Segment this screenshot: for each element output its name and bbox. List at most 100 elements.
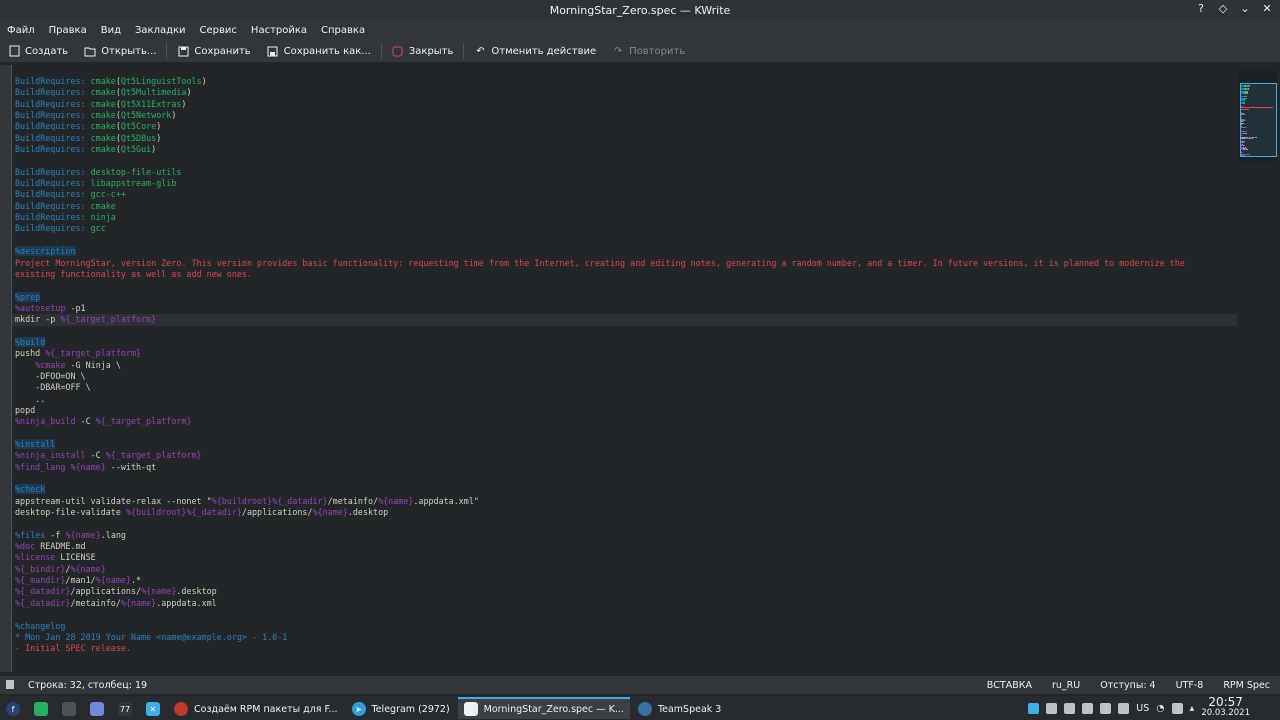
keyboard-layout[interactable]: US — [1136, 703, 1149, 714]
open-button[interactable]: Открыть... — [76, 41, 164, 61]
code-line[interactable]: mkdir -p %{_target_platform} — [12, 314, 1237, 326]
launcher-quick-3[interactable] — [84, 697, 110, 719]
text-editor[interactable]: BuildRequires: cmake(Qt5LinguistTools) Bu… — [0, 65, 1280, 672]
code-line[interactable]: pushd %{_target_platform} — [15, 348, 1237, 359]
notifications-icon[interactable] — [1118, 702, 1130, 714]
code-line[interactable]: BuildRequires: gcc-c++ — [15, 189, 1237, 200]
launcher-quick-1[interactable] — [28, 697, 54, 719]
code-line[interactable]: %find_lang %{name} --with-qt — [15, 462, 1237, 473]
code-line[interactable]: %autosetup -p1 — [15, 303, 1237, 314]
syntax-mode[interactable]: RPM Spec — [1213, 680, 1280, 691]
menu-file[interactable]: Файл — [0, 25, 42, 36]
code-line[interactable]: %ninja_build -C %{_target_platform} — [15, 416, 1237, 427]
launcher-quick-5[interactable]: ✕ — [140, 697, 166, 719]
code-line[interactable]: %cmake -G Ninja \ — [15, 360, 1237, 371]
code-line[interactable]: .. — [15, 394, 1237, 405]
code-line[interactable]: BuildRequires: ninja — [15, 212, 1237, 223]
code-line[interactable]: BuildRequires: cmake(Qt5X11Extras) — [15, 99, 1237, 110]
code-line[interactable]: %{_datadir}/metainfo/%{name}.appdata.xml — [15, 598, 1237, 609]
code-line[interactable] — [15, 473, 1237, 484]
launcher-quick-4[interactable]: 77 — [112, 697, 138, 719]
menu-bookmarks[interactable]: Закладки — [128, 25, 193, 36]
code-line[interactable]: existing functionality as well as add ne… — [15, 269, 1237, 280]
redo-button[interactable]: ↷ Повторить — [604, 41, 693, 61]
code-line[interactable]: %files -f %{name}.lang — [15, 530, 1237, 541]
task-teamspeak[interactable]: TeamSpeak 3 — [632, 697, 727, 719]
code-line[interactable]: * Mon Jan 28 2019 Your Name <name@exampl… — [15, 632, 1237, 643]
code-line[interactable]: appstream-util validate-relax --nonet "%… — [15, 496, 1237, 507]
wifi-icon[interactable]: ◔ — [1156, 703, 1164, 714]
code-line[interactable]: BuildRequires: libappstream-glib — [15, 178, 1237, 189]
code-line[interactable] — [15, 155, 1237, 166]
menu-edit[interactable]: Правка — [42, 25, 94, 36]
code-line[interactable]: %prep — [15, 291, 1237, 303]
volume-icon[interactable] — [1171, 702, 1183, 714]
code-area[interactable]: BuildRequires: cmake(Qt5LinguistTools) Bu… — [12, 76, 1237, 655]
steam-icon[interactable] — [1064, 702, 1076, 714]
menu-help[interactable]: Справка — [314, 25, 372, 36]
code-line[interactable]: BuildRequires: cmake(Qt5Multimedia) — [15, 87, 1237, 98]
pause-icon[interactable] — [1046, 702, 1058, 714]
code-line[interactable]: BuildRequires: gcc — [15, 223, 1237, 234]
task-browser[interactable]: Создаём RPM пакеты для F... — [168, 697, 344, 719]
code-line[interactable] — [15, 326, 1237, 337]
code-line[interactable]: %build — [15, 336, 1237, 348]
code-line[interactable] — [15, 518, 1237, 529]
help-icon[interactable]: ? — [1194, 2, 1208, 15]
task-telegram[interactable]: ➤ Telegram (2972) — [346, 697, 456, 719]
indentation-setting[interactable]: Отступы: 4 — [1090, 680, 1165, 691]
new-button[interactable]: Создать — [0, 41, 76, 61]
code-line[interactable]: BuildRequires: cmake(Qt5Network) — [15, 110, 1237, 121]
close-button[interactable]: Закрыть — [384, 41, 462, 61]
code-line[interactable]: %install — [15, 439, 1237, 450]
digital-clock[interactable]: 20:57 20.03.2021 — [1201, 696, 1250, 719]
code-line[interactable]: popd — [15, 405, 1237, 416]
code-line[interactable]: BuildRequires: cmake — [15, 201, 1237, 212]
save-as-button[interactable]: Сохранить как... — [259, 41, 379, 61]
code-line[interactable]: -DBAR=OFF \ — [15, 382, 1237, 393]
undo-button[interactable]: ↶ Отменить действие — [466, 41, 604, 61]
code-line[interactable]: %ninja_install -C %{_target_platform} — [15, 450, 1237, 461]
menu-settings[interactable]: Настройка — [244, 25, 314, 36]
app-launcher-button[interactable]: f — [0, 697, 26, 719]
code-line[interactable]: %{_bindir}/%{name} — [15, 564, 1237, 575]
code-line[interactable] — [15, 280, 1237, 291]
code-line[interactable] — [15, 428, 1237, 439]
code-line[interactable]: %check — [15, 484, 1237, 495]
code-line[interactable]: BuildRequires: cmake(Qt5Core) — [15, 121, 1237, 132]
code-line[interactable]: BuildRequires: cmake(Qt5LinguistTools) — [15, 76, 1237, 87]
code-line[interactable] — [15, 609, 1237, 620]
tray-expand-icon[interactable]: ▴ — [1190, 703, 1195, 714]
code-line[interactable]: %description — [15, 246, 1237, 257]
menu-view[interactable]: Вид — [94, 25, 128, 36]
encoding-setting[interactable]: UTF-8 — [1166, 680, 1214, 691]
code-line[interactable]: %{_datadir}/applications/%{name}.desktop — [15, 586, 1237, 597]
code-line[interactable]: -DFOO=ON \ — [15, 371, 1237, 382]
code-line[interactable] — [15, 235, 1237, 246]
code-token: -DBAR=OFF \ — [15, 382, 91, 393]
task-kwrite[interactable]: MorningStar_Zero.spec — K... — [457, 697, 630, 719]
keep-above-icon[interactable]: ◇ — [1216, 2, 1230, 15]
code-line[interactable]: - Initial SPEC release. — [15, 643, 1237, 654]
code-line[interactable]: desktop-file-validate %{buildroot}%{_dat… — [15, 507, 1237, 518]
bluetooth-icon[interactable] — [1100, 702, 1112, 714]
icon-border[interactable] — [0, 65, 11, 672]
code-line[interactable]: BuildRequires: desktop-file-utils — [15, 167, 1237, 178]
input-mode[interactable]: ВСТАВКА — [977, 680, 1042, 691]
tray-app-icon[interactable] — [1028, 702, 1040, 714]
code-line[interactable]: %doc README.md — [15, 541, 1237, 552]
code-line[interactable]: BuildRequires: cmake(Qt5DBus) — [15, 133, 1237, 144]
launcher-quick-2[interactable] — [56, 697, 82, 719]
save-button[interactable]: Сохранить — [169, 41, 258, 61]
scrollbar-minimap[interactable] — [1238, 71, 1277, 161]
code-line[interactable]: BuildRequires: cmake(Qt5Gui) — [15, 144, 1237, 155]
minimize-icon[interactable]: ⌄ — [1238, 2, 1252, 15]
code-line[interactable]: Project MorningStar, version Zero. This … — [15, 258, 1237, 269]
code-line[interactable]: %{_mandir}/man1/%{name}.* — [15, 575, 1237, 586]
code-line[interactable]: %license LICENSE — [15, 552, 1237, 563]
dictionary-language[interactable]: ru_RU — [1042, 680, 1090, 691]
menu-tools[interactable]: Сервис — [193, 25, 244, 36]
close-icon[interactable]: ✕ — [1260, 2, 1274, 15]
clipboard-icon[interactable] — [1082, 702, 1094, 714]
code-line[interactable]: %changelog — [15, 621, 1237, 632]
